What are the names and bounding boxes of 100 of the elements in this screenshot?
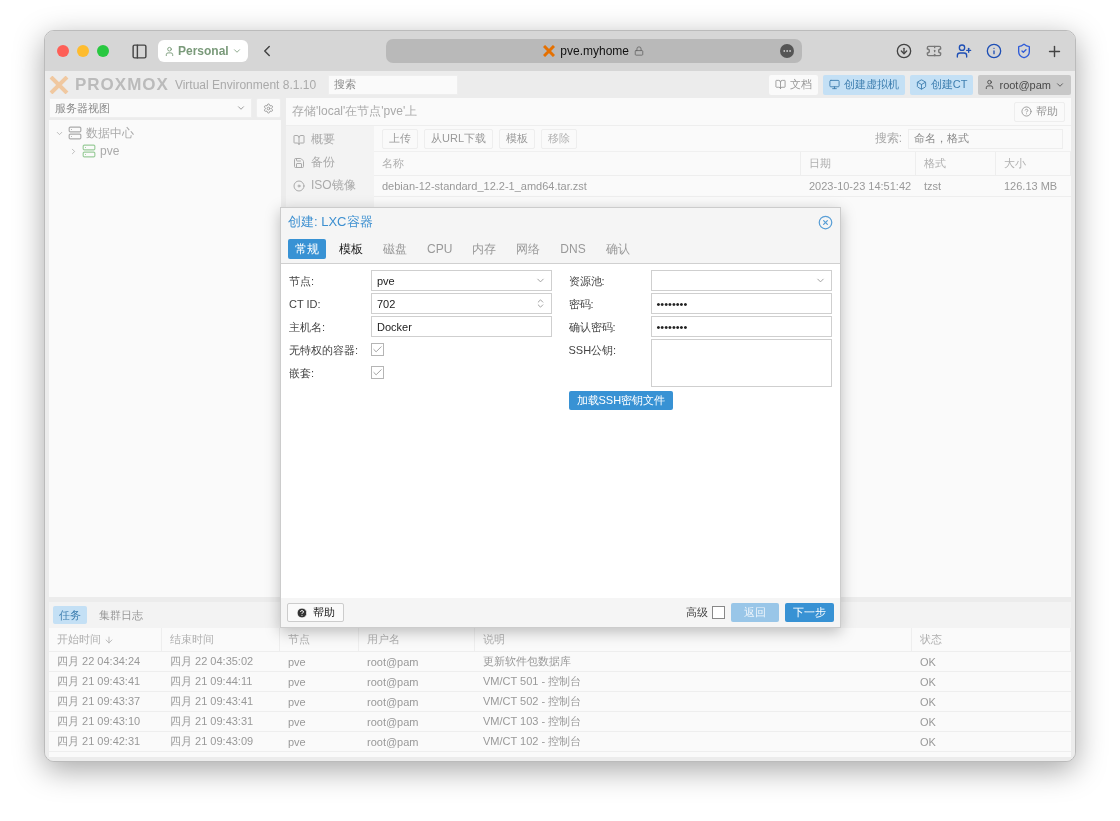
lock-icon bbox=[634, 46, 645, 56]
tab[interactable]: 集群日志 bbox=[93, 606, 149, 624]
column-header[interactable]: 格式 bbox=[916, 152, 996, 175]
field-label: 密码: bbox=[568, 297, 595, 312]
ticket-icon[interactable] bbox=[926, 43, 942, 59]
table-cell-text: 四月 21 09:43:09 bbox=[169, 734, 255, 749]
search-label: 搜索: bbox=[874, 130, 902, 147]
field-label: CT ID: bbox=[289, 297, 322, 312]
table-cell-text: VM/CT 103 - 控制台 bbox=[482, 714, 583, 729]
table-cell-text: OK bbox=[919, 674, 937, 690]
tab[interactable]: 模板 bbox=[332, 239, 370, 259]
x-logo-icon bbox=[543, 45, 556, 57]
close-icon[interactable] bbox=[57, 45, 69, 57]
next-button[interactable]: 下一步 bbox=[785, 603, 834, 622]
table-cell-text: 四月 21 09:43:31 bbox=[169, 714, 255, 729]
column-header[interactable]: 结束时间 bbox=[162, 628, 280, 651]
more-icon[interactable] bbox=[779, 44, 794, 58]
table-cell-text: 126.13 MB bbox=[1003, 179, 1059, 194]
address-bar[interactable]: pve.myhome bbox=[385, 39, 802, 63]
nav-item[interactable]: ISO镜像 bbox=[311, 177, 356, 194]
user-menu-button[interactable]: root@pam bbox=[978, 74, 1071, 95]
header-button[interactable]: 创建虚拟机 bbox=[822, 74, 905, 95]
panel-title: 存储'local'在节点'pve'上 bbox=[292, 103, 418, 120]
field-label: 无特权的容器: bbox=[289, 343, 360, 358]
column-header[interactable]: 名称 bbox=[374, 152, 801, 175]
spinner-icon bbox=[535, 298, 546, 309]
table-cell-text: pve bbox=[287, 694, 307, 710]
password-field[interactable]: •••••••• bbox=[650, 293, 832, 314]
help-button[interactable]: 帮助 bbox=[287, 603, 344, 622]
button-icon bbox=[774, 79, 786, 90]
checkbox[interactable] bbox=[371, 366, 384, 379]
text-field[interactable]: Docker bbox=[371, 316, 552, 337]
disc-icon bbox=[293, 179, 305, 192]
table-cell-text: 四月 21 09:43:41 bbox=[56, 674, 142, 689]
download-icon[interactable] bbox=[896, 43, 912, 59]
table-cell-text: 四月 22 04:34:24 bbox=[56, 654, 142, 669]
table-cell-text: root@pam bbox=[366, 674, 420, 690]
tab[interactable]: 常规 bbox=[288, 239, 326, 259]
header-button[interactable]: 文档 bbox=[768, 74, 818, 95]
password-field[interactable]: •••••••• bbox=[650, 316, 832, 337]
field-label: SSH公钥: bbox=[568, 343, 618, 358]
field-label: 资源池: bbox=[568, 274, 606, 289]
table-cell-text: 四月 21 09:42:31 bbox=[56, 734, 142, 749]
zoom-icon[interactable] bbox=[97, 45, 109, 57]
select-field[interactable]: pve bbox=[371, 270, 552, 291]
checkbox[interactable] bbox=[371, 343, 384, 356]
help-button[interactable]: 帮助 bbox=[1014, 101, 1065, 122]
expand-icon[interactable] bbox=[69, 146, 78, 156]
table-cell-text: 四月 22 04:35:02 bbox=[169, 654, 255, 669]
field-label: 嵌套: bbox=[289, 366, 316, 381]
table-cell-text: root@pam bbox=[366, 734, 420, 750]
header-button[interactable]: 创建CT bbox=[909, 74, 974, 95]
tree-item[interactable]: 数据中心 bbox=[86, 124, 134, 142]
number-field[interactable]: 702 bbox=[371, 293, 552, 314]
load-key-button[interactable]: 加载SSH密钥文件 bbox=[568, 391, 674, 410]
shield-icon[interactable] bbox=[1016, 43, 1032, 59]
column-header[interactable]: 开始时间 bbox=[49, 628, 162, 651]
user-add-icon[interactable] bbox=[956, 43, 972, 59]
toolbar-button[interactable]: 上传 bbox=[382, 128, 418, 149]
view-select[interactable]: 服务器视图 bbox=[49, 98, 252, 118]
table-cell-text: root@pam bbox=[366, 714, 420, 730]
select-field[interactable] bbox=[650, 270, 832, 291]
settings-button[interactable] bbox=[256, 98, 281, 118]
search-field[interactable]: 命名，格式 bbox=[908, 128, 1063, 149]
logo-icon bbox=[49, 75, 69, 94]
toolbar-button[interactable]: 模板 bbox=[499, 128, 535, 149]
table-cell-text: debian-12-standard_12.2-1_amd64.tar.zst bbox=[381, 179, 588, 194]
close-icon[interactable] bbox=[818, 214, 833, 230]
table-cell-text: pve bbox=[287, 674, 307, 690]
table-cell-text: tzst bbox=[923, 179, 943, 194]
info-icon[interactable] bbox=[986, 43, 1002, 59]
table-cell-text: pve bbox=[287, 714, 307, 730]
url-text: pve.myhome bbox=[560, 44, 630, 58]
column-header[interactable]: 状态 bbox=[912, 628, 1071, 651]
table-cell-text: OK bbox=[919, 654, 937, 670]
search-field[interactable]: 搜索 bbox=[328, 74, 459, 95]
profile-button[interactable]: Personal bbox=[158, 40, 248, 62]
toolbar-button[interactable]: 从URL下载 bbox=[424, 128, 493, 149]
text-area[interactable] bbox=[650, 339, 832, 387]
table-cell-text: VM/CT 502 - 控制台 bbox=[482, 694, 583, 709]
button-icon bbox=[828, 79, 840, 90]
server-icon bbox=[68, 126, 82, 140]
table-cell-text: root@pam bbox=[366, 654, 420, 670]
nav-item[interactable]: 备份 bbox=[311, 154, 335, 171]
table-cell-text: pve bbox=[287, 734, 307, 750]
table-cell-text: OK bbox=[919, 714, 937, 730]
table-cell-text: pve bbox=[287, 654, 307, 670]
advanced-label: 高级 bbox=[686, 605, 708, 620]
checkbox[interactable] bbox=[712, 606, 725, 619]
nav-item[interactable]: 概要 bbox=[311, 131, 335, 148]
tab[interactable]: 任务 bbox=[53, 606, 87, 624]
column-header[interactable]: 日期 bbox=[801, 152, 916, 175]
column-header[interactable]: 大小 bbox=[996, 152, 1071, 175]
sidebar-icon[interactable] bbox=[131, 42, 148, 60]
table-cell-text: 2023-10-23 14:51:42 bbox=[808, 179, 913, 194]
tree-item[interactable]: pve bbox=[100, 144, 120, 158]
table-cell-text: OK bbox=[919, 694, 937, 710]
product-version: Virtual Environment 8.1.10 bbox=[174, 77, 317, 92]
dropdown-icon bbox=[236, 103, 246, 113]
table-cell-text: 四月 21 09:43:37 bbox=[56, 694, 142, 709]
